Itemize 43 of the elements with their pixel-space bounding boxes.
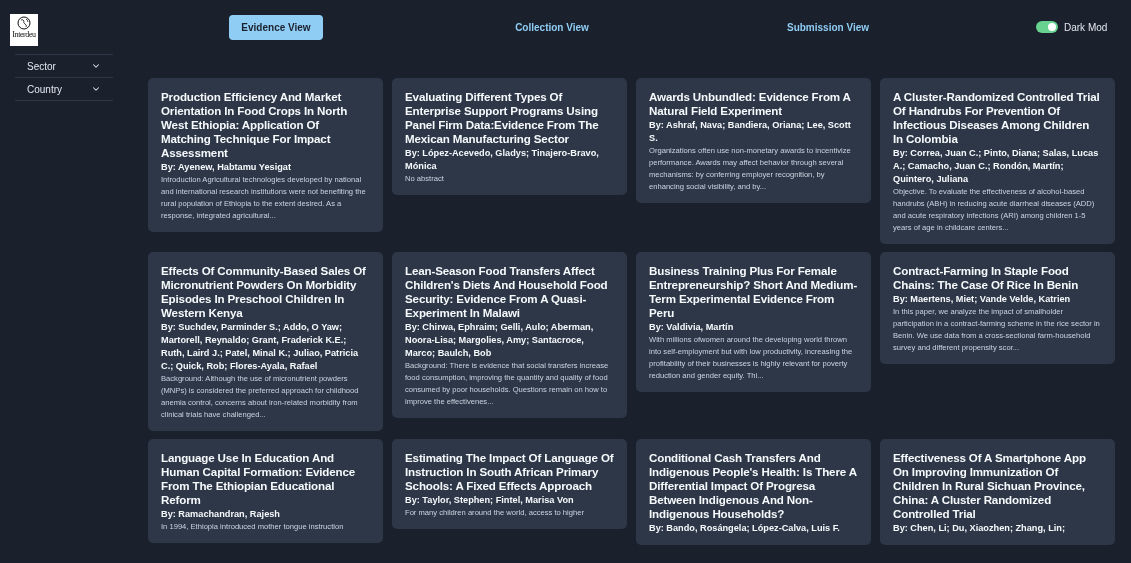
study-title: Conditional Cash Transfers And Indigenous People's Health: Is There A Differential Impact Of Progresa Between Indigenous And Non-Indigenous Households? xyxy=(649,451,858,521)
filter-dropdown[interactable]: Country xyxy=(15,77,113,101)
study-title: Awards Unbundled: Evidence From A Natural Field Experiment xyxy=(649,90,852,118)
study-card[interactable]: Effectiveness Of A Smartphone App On Improving Immunization Of Children In Rural Sichuan Province, China: A Cluster Randomized Controlled Trial By: Chen, Li; Du, Xiaozhen; Zhang, Lin; xyxy=(880,439,1115,545)
logo-text: Interdeu xyxy=(12,31,36,39)
study-authors: By: Taylor, Stephen; Fintel, Marisa Von xyxy=(405,494,575,507)
study-authors: By: Chirwa, Ephraim; Gelli, Aulo; Aberman, Noora-Lisa; Margolies, Amy; Santacroce, Marco; Baulch, Bob xyxy=(405,321,595,360)
study-card[interactable] xyxy=(880,78,1115,244)
study-title: Lean-Season Food Transfers Affect Children's Diets And Household Food Security: Evidence From A Quasi-Experiment In Malawi xyxy=(405,264,609,320)
study-authors: By: Ayenew, Habtamu Yesigat xyxy=(161,161,293,174)
chevron-icon xyxy=(91,84,101,94)
filter-dropdown[interactable]: Sector xyxy=(15,54,113,78)
study-authors: By: Ashraf, Nava; Bandiera, Oriana; Lee, Scott S. xyxy=(649,119,852,145)
nav-tab[interactable]: Collection View xyxy=(503,14,601,40)
study-title: Estimating The Impact Of Language Of Instruction In South African Primary Schools: A Fixed Effects Approach xyxy=(405,451,614,493)
study-card[interactable] xyxy=(880,252,1115,364)
study-card[interactable] xyxy=(636,78,871,203)
dark-mode-label: Dark Mod xyxy=(1064,21,1108,33)
nav-tab[interactable]: Submission View xyxy=(774,14,882,40)
study-authors: By: Suchdev, Parminder S.; Addo, O Yaw; Martorell, Reynaldo; Grant, Fraderick K.E.; Ruth, Laird J.; Patel, Minal K.; Juliao, Patricia C.; Quick, Rob; Flores-Ayala, Rafael xyxy=(161,321,360,373)
study-authors: By: Valdivia, Martín xyxy=(649,321,735,334)
study-card[interactable]: Conditional Cash Transfers And Indigenous People's Health: Is There A Differential Impact Of Progresa Between Indigenous And Non-Indigenous Households? By: Bando, Rosángela; López-Calva, Luis F. xyxy=(636,439,871,545)
study-title: Effectiveness Of A Smartphone App On Improving Immunization Of Children In Rural Sichuan Province, China: A Cluster Randomized Controlled Trial xyxy=(893,451,1087,521)
dark-mode-toggle[interactable] xyxy=(1036,21,1058,33)
study-title: Contract-Farming In Staple Food Chains: The Case Of Rice In Benin xyxy=(893,264,1080,292)
study-title: Evaluating Different Types Of Enterprise Support Programs Using Panel Firm Data:Evidence From The Mexican Manufacturing Sector xyxy=(405,90,600,146)
study-authors: By: Chen, Li; Du, Xiaozhen; Zhang, Lin; xyxy=(893,522,1066,535)
study-card[interactable] xyxy=(148,252,383,431)
nav-tab[interactable]: Evidence View xyxy=(229,14,323,40)
study-card[interactable] xyxy=(148,78,383,232)
study-authors: By: López-Acevedo, Gladys; Tinajero-Bravo, Mónica xyxy=(405,147,600,173)
study-authors: By: Bando, Rosángela; López-Calva, Luis F. xyxy=(649,522,841,535)
study-title: Language Use In Education And Human Capital Formation: Evidence From The Ethiopian Educational Reform xyxy=(161,451,357,507)
study-authors: By: Correa, Juan C.; Pinto, Diana; Salas, Lucas A.; Camacho, Juan C.; Rondón, Martín; Quintero, Juliana xyxy=(893,147,1100,186)
chevron-icon xyxy=(91,61,101,71)
study-title: Effects Of Community-Based Sales Of Micronutrient Powders On Morbidity Episodes In Preschool Children In Western Kenya xyxy=(161,264,367,320)
study-authors: By: Maertens, Miet; Vande Velde, Katrien xyxy=(893,293,1072,306)
study-authors: By: Ramachandran, Rajesh xyxy=(161,508,281,521)
study-title: A Cluster-Randomized Controlled Trial Of Handrubs For Prevention Of Infectious Diseases Among Children In Colombia xyxy=(893,90,1101,146)
study-title: Production Efficiency And Market Orientation In Food Crops In North West Ethiopia: Application Of Matching Technique For Impact Assessment xyxy=(161,90,349,160)
study-card[interactable] xyxy=(392,252,627,418)
study-title: Business Training Plus For Female Entrepreneurship? Short And Medium-Term Experimental Evidence From Peru xyxy=(649,264,858,320)
study-card[interactable] xyxy=(636,252,871,392)
